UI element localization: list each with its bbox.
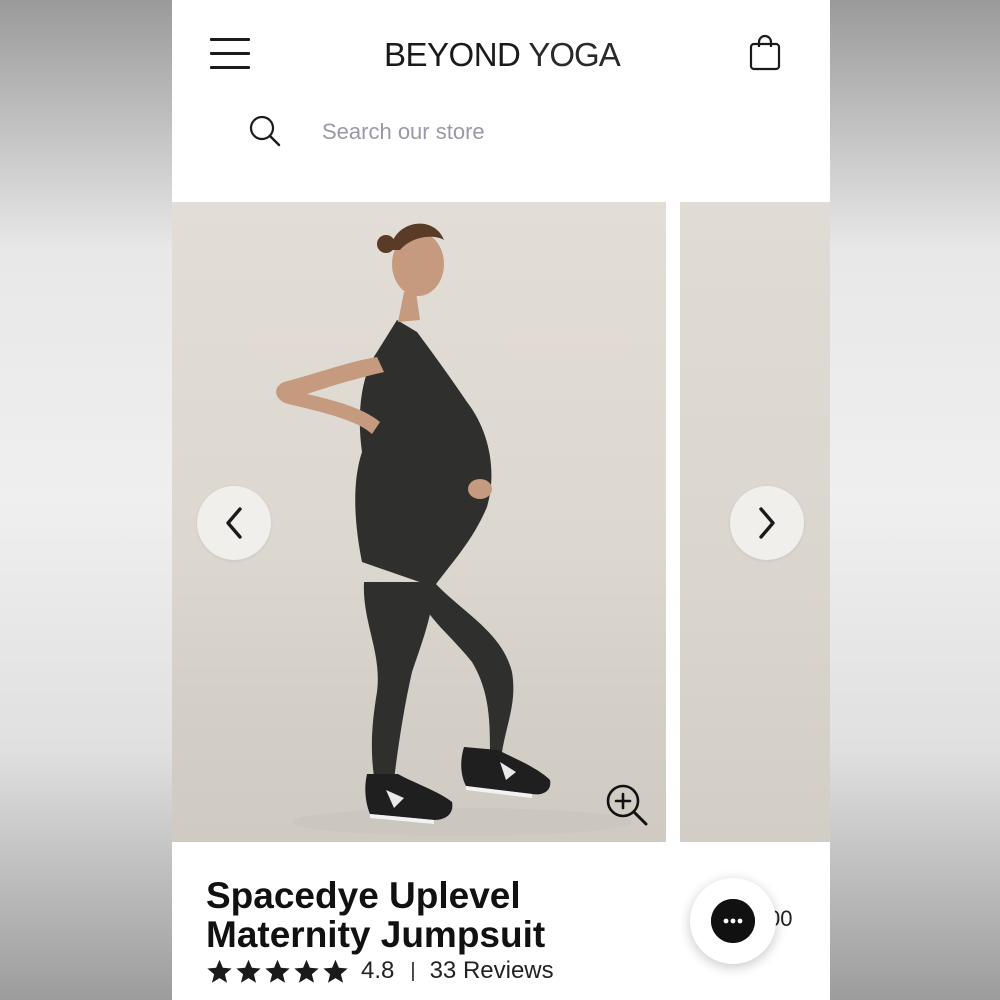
mobile-page: BEYOND YOGA Search our store Spacedye Up…: [172, 0, 830, 1000]
star-icon: [323, 959, 348, 983]
product-title: Spacedye Uplevel Maternity Jumpsuit: [206, 875, 546, 955]
hamburger-menu-icon[interactable]: [210, 38, 252, 70]
brand-logo[interactable]: BEYOND YOGA: [384, 36, 621, 73]
brand-logo-secondary: YOGA: [528, 36, 620, 73]
rating-value: 4.8: [361, 957, 395, 984]
chat-bubble-icon: [711, 899, 755, 943]
rating-separator: |: [410, 959, 416, 982]
shopping-bag-icon[interactable]: [748, 34, 782, 72]
search-bar: [172, 100, 830, 200]
chevron-left-icon: [226, 507, 242, 539]
zoom-in-icon[interactable]: [604, 782, 650, 828]
star-icon: [207, 959, 232, 983]
next-image-button[interactable]: [730, 486, 804, 560]
background-left: [0, 0, 172, 1000]
background-right: [830, 0, 1000, 1000]
star-icon: [236, 959, 261, 983]
star-icon: [294, 959, 319, 983]
reviews-link[interactable]: 33 Reviews: [430, 957, 554, 985]
chat-button[interactable]: [690, 878, 776, 964]
star-icon: [265, 959, 290, 983]
chevron-right-icon: [759, 507, 775, 539]
site-header: BEYOND YOGA: [172, 0, 830, 100]
rating-stars: [206, 958, 349, 985]
search-input[interactable]: [322, 112, 782, 152]
product-image-gallery: [172, 202, 830, 842]
previous-image-button[interactable]: [197, 486, 271, 560]
product-info: Spacedye Uplevel Maternity Jumpsuit 4.8 …: [172, 842, 830, 1000]
product-rating: 4.8 | 33 Reviews: [206, 956, 554, 986]
brand-logo-primary: BEYOND: [384, 36, 521, 73]
search-icon[interactable]: [248, 114, 282, 148]
product-image[interactable]: [172, 202, 666, 842]
